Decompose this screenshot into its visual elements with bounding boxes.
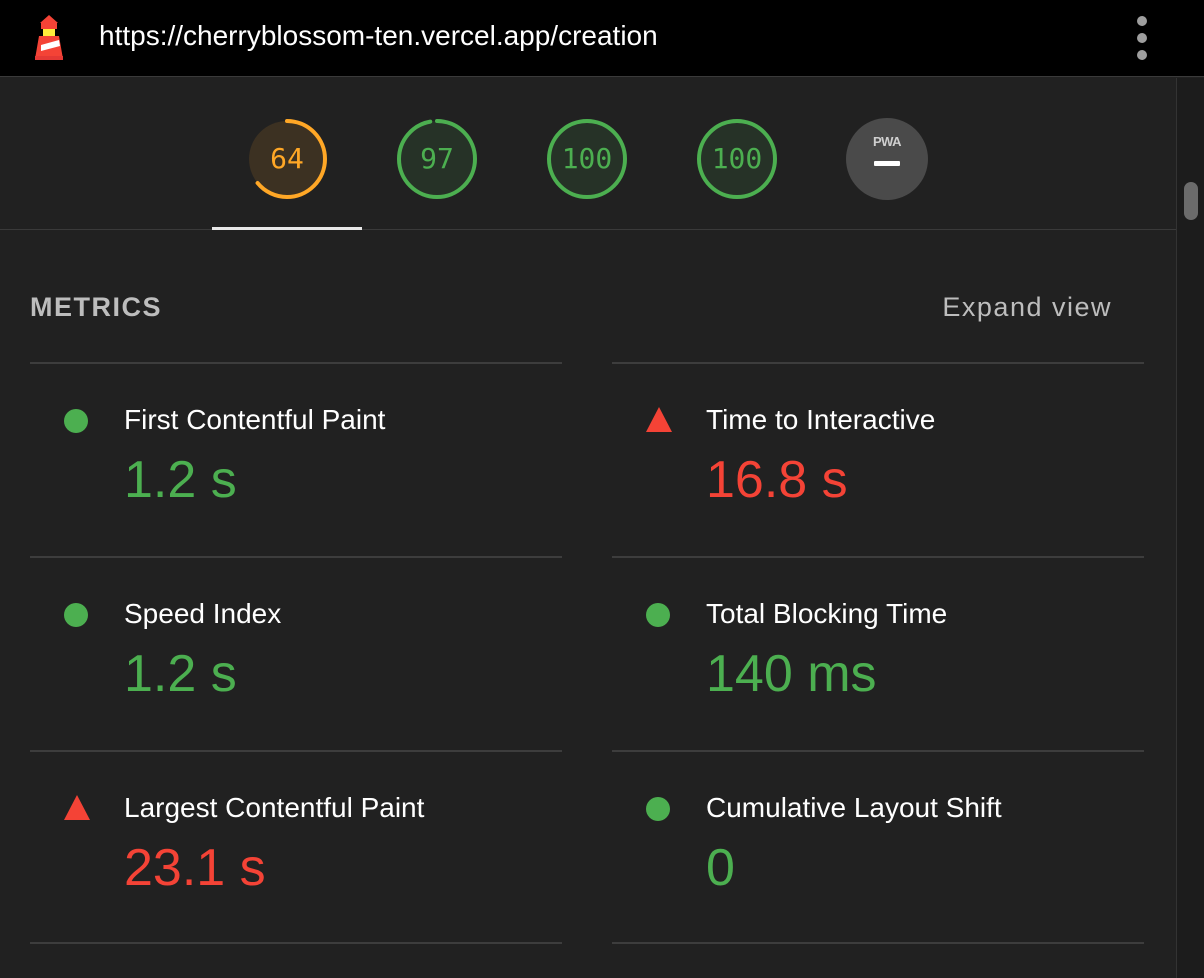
metric-name: Time to Interactive — [706, 404, 936, 435]
metric-value: 23.1 s — [124, 839, 266, 897]
metric-name: Cumulative Layout Shift — [706, 792, 1002, 823]
scrollbar[interactable] — [1176, 78, 1204, 978]
vertical-ellipsis-icon[interactable] — [1126, 14, 1158, 62]
gauge-score: 100 — [561, 142, 613, 175]
metric-first-contentful-paint: First Contentful Paint 1.2 s — [30, 364, 562, 556]
seo-gauge[interactable]: 100 — [696, 118, 778, 200]
lighthouse-icon — [35, 15, 63, 60]
metric-cumulative-layout-shift: Cumulative Layout Shift 0 — [612, 752, 1144, 944]
metric-value: 140 ms — [706, 645, 877, 703]
gauge-score: 64 — [270, 142, 304, 175]
pwa-dash — [874, 161, 900, 166]
scrollbar-thumb[interactable] — [1184, 182, 1198, 220]
metric-name: First Contentful Paint — [124, 404, 386, 435]
metric-value: 1.2 s — [124, 645, 237, 703]
pass-circle-icon — [646, 603, 670, 627]
metric-time-to-interactive: Time to Interactive 16.8 s — [612, 364, 1144, 556]
metric-value: 0 — [706, 839, 735, 897]
metric-value: 16.8 s — [706, 451, 848, 509]
pass-circle-icon — [64, 603, 88, 627]
metric-total-blocking-time: Total Blocking Time 140 ms — [612, 558, 1144, 750]
best-practices-gauge[interactable]: 100 — [546, 118, 628, 200]
metric-largest-contentful-paint: Largest Contentful Paint 23.1 s — [30, 752, 562, 944]
divider — [612, 942, 1144, 944]
pwa-badge-icon[interactable]: PWA — [846, 118, 928, 200]
metric-name: Total Blocking Time — [706, 598, 948, 629]
metric-name: Largest Contentful Paint — [124, 792, 425, 823]
gauge-score: 100 — [711, 142, 763, 175]
score-gauges: 64 97 100 100 PWA — [0, 78, 1176, 230]
gauge-score: 97 — [420, 142, 454, 175]
page-url[interactable]: https://cherryblossom-ten.vercel.app/cre… — [99, 20, 658, 52]
expand-view-button[interactable]: Expand view — [900, 292, 1112, 323]
metric-value: 1.2 s — [124, 451, 237, 509]
browser-toolbar: https://cherryblossom-ten.vercel.app/cre… — [0, 0, 1204, 77]
metric-speed-index: Speed Index 1.2 s — [30, 558, 562, 750]
fail-triangle-icon — [646, 407, 672, 432]
divider — [30, 942, 562, 944]
accessibility-gauge[interactable]: 97 — [396, 118, 478, 200]
fail-triangle-icon — [64, 795, 90, 820]
pass-circle-icon — [64, 409, 88, 433]
pwa-label: PWA — [872, 134, 902, 149]
active-tab-indicator — [212, 227, 362, 230]
metrics-heading: METRICS — [30, 292, 162, 322]
pass-circle-icon — [646, 797, 670, 821]
performance-gauge[interactable]: 64 — [246, 118, 328, 200]
metric-name: Speed Index — [124, 598, 282, 629]
lighthouse-report: 64 97 100 100 PWA METRICS Expand view Fi… — [0, 78, 1176, 978]
